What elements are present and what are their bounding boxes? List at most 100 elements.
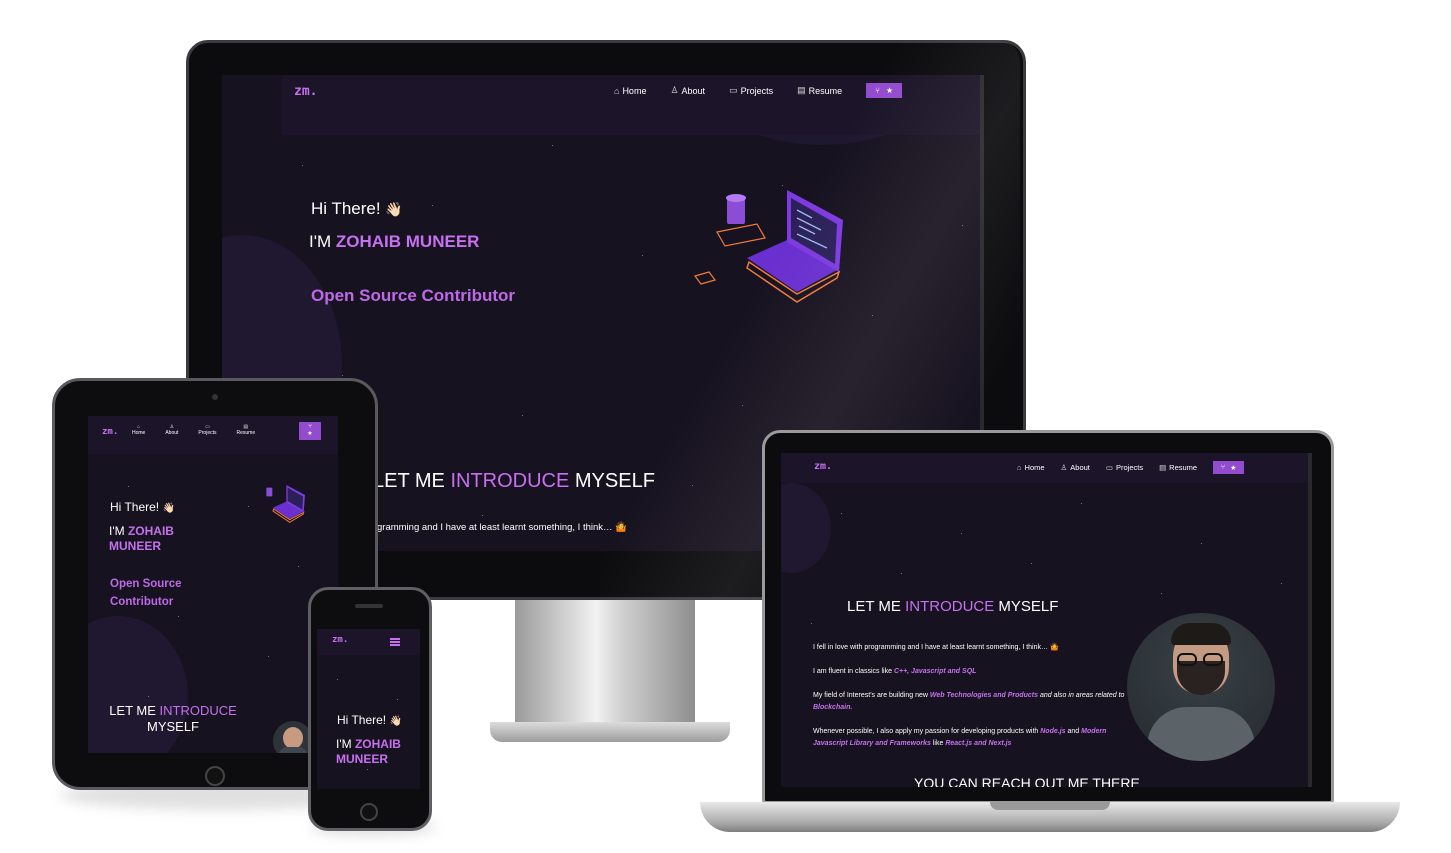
about-p3: My field of Interest's are building new … (813, 690, 1133, 714)
wave-emoji: 👋🏻 (385, 201, 403, 217)
heading-post: MYSELF (146, 719, 199, 734)
home-icon: ⌂ (1017, 463, 1022, 472)
im-text: I'M (109, 524, 125, 538)
nav-projects-label: Projects (198, 430, 217, 436)
hero-greeting: Hi There! 👋🏻 (337, 713, 402, 727)
nav-about[interactable]: ♙About (165, 424, 178, 436)
nav-projects-label: Projects (1115, 463, 1144, 472)
nav-resume[interactable]: ▤Resume (236, 424, 255, 436)
avatar (273, 721, 313, 753)
heading-highlight: INTRODUCE (159, 703, 237, 718)
heading-post: MYSELF (998, 598, 1059, 615)
about-p1-partial: gramming and I have at least learnt some… (377, 522, 613, 533)
greeting-text: Hi There! (110, 500, 160, 514)
about-p3-text: My field of Interest's are building new (813, 692, 928, 699)
avatar (1127, 613, 1275, 761)
nav-projects[interactable]: ▭Projects (1106, 463, 1143, 472)
nav-resume-label: Resume (236, 430, 256, 436)
name-text: ZOHAIB MUNEER (335, 232, 480, 251)
about-p3-mid: and also (1039, 692, 1067, 699)
about-p1: I fell in love with programming and I ha… (813, 642, 1133, 654)
heading-highlight: INTRODUCE (450, 470, 570, 492)
phone-screen: zm. Hi There! 👋🏻 I'M ZOHAIB MUNEER (317, 629, 420, 789)
nav-projects[interactable]: ▭Projects (198, 424, 216, 436)
about-p4: Whenever possible, I also apply my passi… (813, 726, 1133, 750)
about-p4-and: and (1067, 728, 1080, 735)
fork-icon: ⑂ (308, 424, 312, 430)
about-p3-link: Web Technologies and Products (929, 692, 1039, 699)
hero-greeting: Hi There! 👋🏻 (110, 500, 175, 514)
tablet-screen: zm. ⌂ Home ♙ About ▭ Projects ▤ Resume ⑂ ★ Hi… (88, 416, 338, 753)
nav-about[interactable]: ♙About (1061, 463, 1090, 472)
laptop-notch (990, 802, 1110, 810)
tablet-camera (212, 394, 218, 400)
laptop-screen: zm. ⌂ Home ♙ About ▭ Projects ▤ Resume ⑂ ★ LE… (781, 453, 1312, 787)
brand-logo[interactable]: zm. (332, 635, 348, 645)
laptop-scrollbar[interactable] (1308, 453, 1312, 787)
typewriter-text: Open Source Contributor (311, 286, 515, 305)
nav-about-label: About (1070, 463, 1090, 472)
phone-home-button[interactable] (360, 803, 378, 821)
about-p2-langs: C++, Javascript and SQL (893, 668, 977, 675)
nav-about-label: About (165, 430, 179, 436)
about-p4-text: Whenever possible, I also apply my passi… (813, 728, 1039, 735)
hero-greeting: Hi There! 👋🏻 (311, 199, 403, 219)
nav-home[interactable]: ⌂Home (132, 424, 145, 436)
about-p4-like: like (932, 740, 944, 747)
device-mockup-scene: zm. ⌂Home ♙About ▭Projects ▤Resume ⑂★ Hi… (0, 0, 1451, 853)
name-line2: MUNEER (336, 752, 389, 766)
typewriter-line2: Contributor (110, 596, 174, 608)
typewriter: Open Source Contributor (110, 575, 182, 611)
name-line2: MUNEER (109, 539, 162, 553)
hamburger-icon[interactable] (390, 638, 400, 646)
fork-icon: ⑂ (1220, 464, 1226, 471)
typewriter-line1: Open Source (110, 578, 182, 590)
im-text: I'M (336, 737, 352, 751)
brand-logo[interactable]: zm. (814, 461, 832, 472)
heading-highlight: INTRODUCE (905, 598, 995, 615)
brand-logo[interactable]: zm. (294, 84, 317, 99)
heading-pre: LET ME (373, 470, 445, 492)
about-p4-link: Node.js (1040, 728, 1066, 735)
about-p1-text: I fell in love with programming and I ha… (813, 644, 1049, 651)
monitor-stand-base (490, 722, 730, 742)
brand-logo[interactable]: zm. (102, 427, 118, 437)
navbar: ⌂ Home ♙ About ▭ Projects ▤ Resume (132, 424, 255, 436)
nav-home-label: Home (132, 430, 146, 436)
about-p4-link3: React.js and Next.js (945, 740, 1012, 747)
im-text: I'M (309, 232, 332, 251)
greeting-text: Hi There! (311, 199, 381, 218)
monitor-stand-neck (515, 600, 695, 730)
github-star-button[interactable]: ⑂★ (1213, 461, 1245, 474)
github-star-button[interactable]: ⑂★ (299, 422, 321, 440)
nav-home-label: Home (1024, 463, 1045, 472)
star-label: ★ (1230, 464, 1237, 472)
nav-resume[interactable]: ▤Resume (1159, 463, 1197, 472)
coding-laptop-illustration (266, 485, 305, 523)
navbar: ⌂Home ♙About ▭Projects ▤Resume ⑂★ (1017, 461, 1245, 474)
name-line1: ZOHAIB (354, 737, 401, 751)
about-p3-link2: Blockchain. (813, 704, 853, 711)
nav-resume-label: Resume (1169, 463, 1198, 472)
heading-pre: LET ME (847, 598, 901, 615)
tablet-home-button[interactable] (205, 766, 225, 786)
hero-name: I'M ZOHAIB MUNEER (309, 232, 479, 252)
wave-emoji: 👋🏻 (162, 503, 175, 514)
phone-speaker (355, 604, 383, 608)
nav-home[interactable]: ⌂Home (1017, 463, 1045, 472)
resume-icon: ▤ (1159, 463, 1167, 472)
hero-name: I'M ZOHAIB MUNEER (336, 737, 401, 767)
about-heading: LET ME INTRODUCE MYSELF (88, 703, 258, 735)
user-icon: ♙ (1060, 463, 1068, 472)
contact-heading: YOU CAN REACH OUT ME THERE (914, 775, 1140, 787)
heading-pre: LET ME (109, 703, 156, 718)
wave-emoji: 👋🏻 (389, 716, 402, 727)
greeting-text: Hi There! (337, 713, 387, 727)
name-line1: ZOHAIB (127, 524, 174, 538)
about-p2: I am fluent in classics like C++, Javasc… (813, 666, 1133, 678)
hero-name: I'M ZOHAIB MUNEER (109, 524, 174, 554)
star-label: ★ (307, 431, 313, 437)
about-body: I fell in love with programming and I ha… (813, 642, 1133, 750)
about-p3-mid2: in areas related to (1068, 692, 1125, 699)
about-heading: LET ME INTRODUCE MYSELF (847, 598, 1058, 615)
